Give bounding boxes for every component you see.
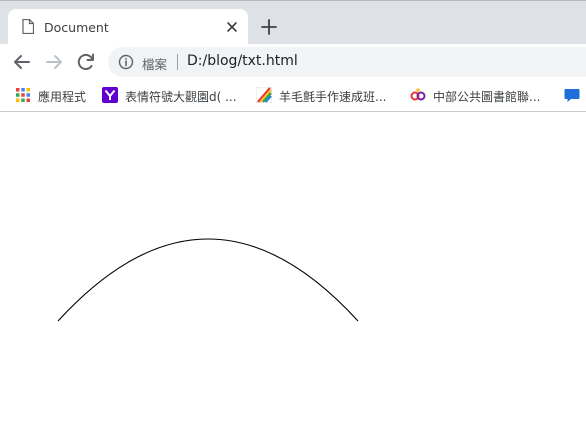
security-label[interactable]: 檔案	[142, 54, 167, 73]
rainbow-icon	[256, 87, 272, 103]
canvas-drawing	[57, 238, 359, 322]
bookmark-label: 表情符號大觀園d( ...	[125, 90, 237, 104]
back-arrow-icon[interactable]	[10, 50, 34, 74]
tab-strip: Document	[0, 0, 586, 45]
bookmark-label: 羊毛氈手作速成班...	[279, 90, 387, 104]
address-bar[interactable]: 檔案 D:/blog/txt.html	[108, 47, 586, 77]
page-content	[0, 112, 586, 436]
chat-bubble-icon	[564, 89, 580, 102]
forward-arrow-icon[interactable]	[42, 50, 66, 74]
omnibox-divider	[177, 54, 178, 70]
close-icon[interactable]	[224, 19, 240, 35]
bookmarks-bar: 應用程式 表情符號大觀園d( ... 羊毛氈手作速成班... 中部公共圖書館聯.…	[0, 80, 586, 112]
yahoo-icon	[102, 87, 118, 103]
reload-icon[interactable]	[74, 50, 98, 74]
tab-title: Document	[44, 20, 109, 35]
tab-document[interactable]: Document	[8, 9, 248, 45]
info-icon[interactable]	[118, 54, 134, 70]
plus-icon[interactable]	[259, 17, 279, 37]
browser-window: Document 檔案 D:/blog/txt.html 應用程式 表情符號大觀…	[0, 0, 586, 436]
arc-curve	[57, 238, 359, 322]
toolbar: 檔案 D:/blog/txt.html	[0, 44, 586, 80]
apps-grid-icon	[16, 88, 30, 102]
document-icon	[22, 19, 34, 34]
infinity-logo-icon	[410, 88, 426, 101]
url-text[interactable]: D:/blog/txt.html	[187, 53, 298, 69]
bookmark-label: 中部公共圖書館聯...	[433, 90, 541, 104]
bookmark-label: 應用程式	[38, 90, 87, 104]
